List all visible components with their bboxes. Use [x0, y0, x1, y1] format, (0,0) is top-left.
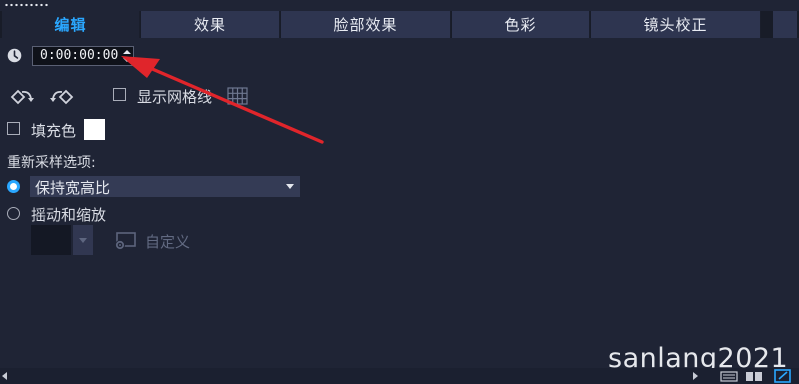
tab-face-effects[interactable]: 脸部效果 [281, 11, 451, 38]
scroll-right-icon[interactable] [693, 372, 698, 380]
pan-zoom-label: 摇动和缩放 [31, 206, 107, 224]
chevron-down-icon [286, 184, 294, 189]
timecode-spinner[interactable] [121, 48, 133, 64]
clock-icon [7, 48, 22, 63]
tab-lens-correction[interactable]: 镜头校正 [591, 11, 761, 38]
resample-mode-select[interactable]: 保持宽高比 [30, 176, 300, 197]
custom-settings-icon [115, 232, 136, 250]
tab-edit[interactable]: 编辑 [2, 11, 140, 38]
keep-aspect-radio[interactable] [7, 180, 20, 193]
panel-grip[interactable] [4, 3, 50, 7]
custom-label: 自定义 [145, 233, 191, 251]
timeline-view-icon[interactable] [720, 369, 738, 383]
fill-color-swatch[interactable] [84, 119, 105, 140]
tab-scroll-area[interactable] [773, 11, 797, 38]
pan-zoom-radio[interactable] [7, 207, 20, 220]
pan-zoom-preset-box [31, 225, 71, 255]
scroll-left-icon[interactable] [2, 372, 7, 380]
show-grid-checkbox[interactable] [113, 88, 126, 101]
tab-color[interactable]: 色彩 [452, 11, 590, 38]
bottom-scrollbar[interactable] [0, 368, 799, 384]
chevron-down-icon [79, 238, 87, 243]
grid-icon[interactable] [227, 87, 248, 105]
pan-zoom-preset-dropdown [73, 225, 93, 255]
storyboard-view-icon[interactable] [745, 369, 763, 383]
edit-view-icon[interactable] [774, 369, 792, 383]
fill-color-checkbox[interactable] [7, 122, 20, 135]
tab-bar: 编辑 效果 脸部效果 色彩 镜头校正 [0, 11, 799, 38]
timecode-input[interactable]: 0:00:00:00 [32, 46, 134, 66]
resample-mode-value: 保持宽高比 [35, 179, 111, 197]
resample-options-title: 重新采样选项: [7, 155, 96, 171]
show-grid-label: 显示网格线 [137, 88, 213, 106]
tab-effects[interactable]: 效果 [141, 11, 280, 38]
fill-color-label: 填充色 [31, 122, 77, 140]
edit-panel: 编辑 效果 脸部效果 色彩 镜头校正 0:00:00:00 显示网格线 填充色 [0, 0, 799, 384]
rotate-cw-icon[interactable] [49, 88, 75, 106]
rotate-ccw-icon[interactable] [9, 88, 35, 106]
